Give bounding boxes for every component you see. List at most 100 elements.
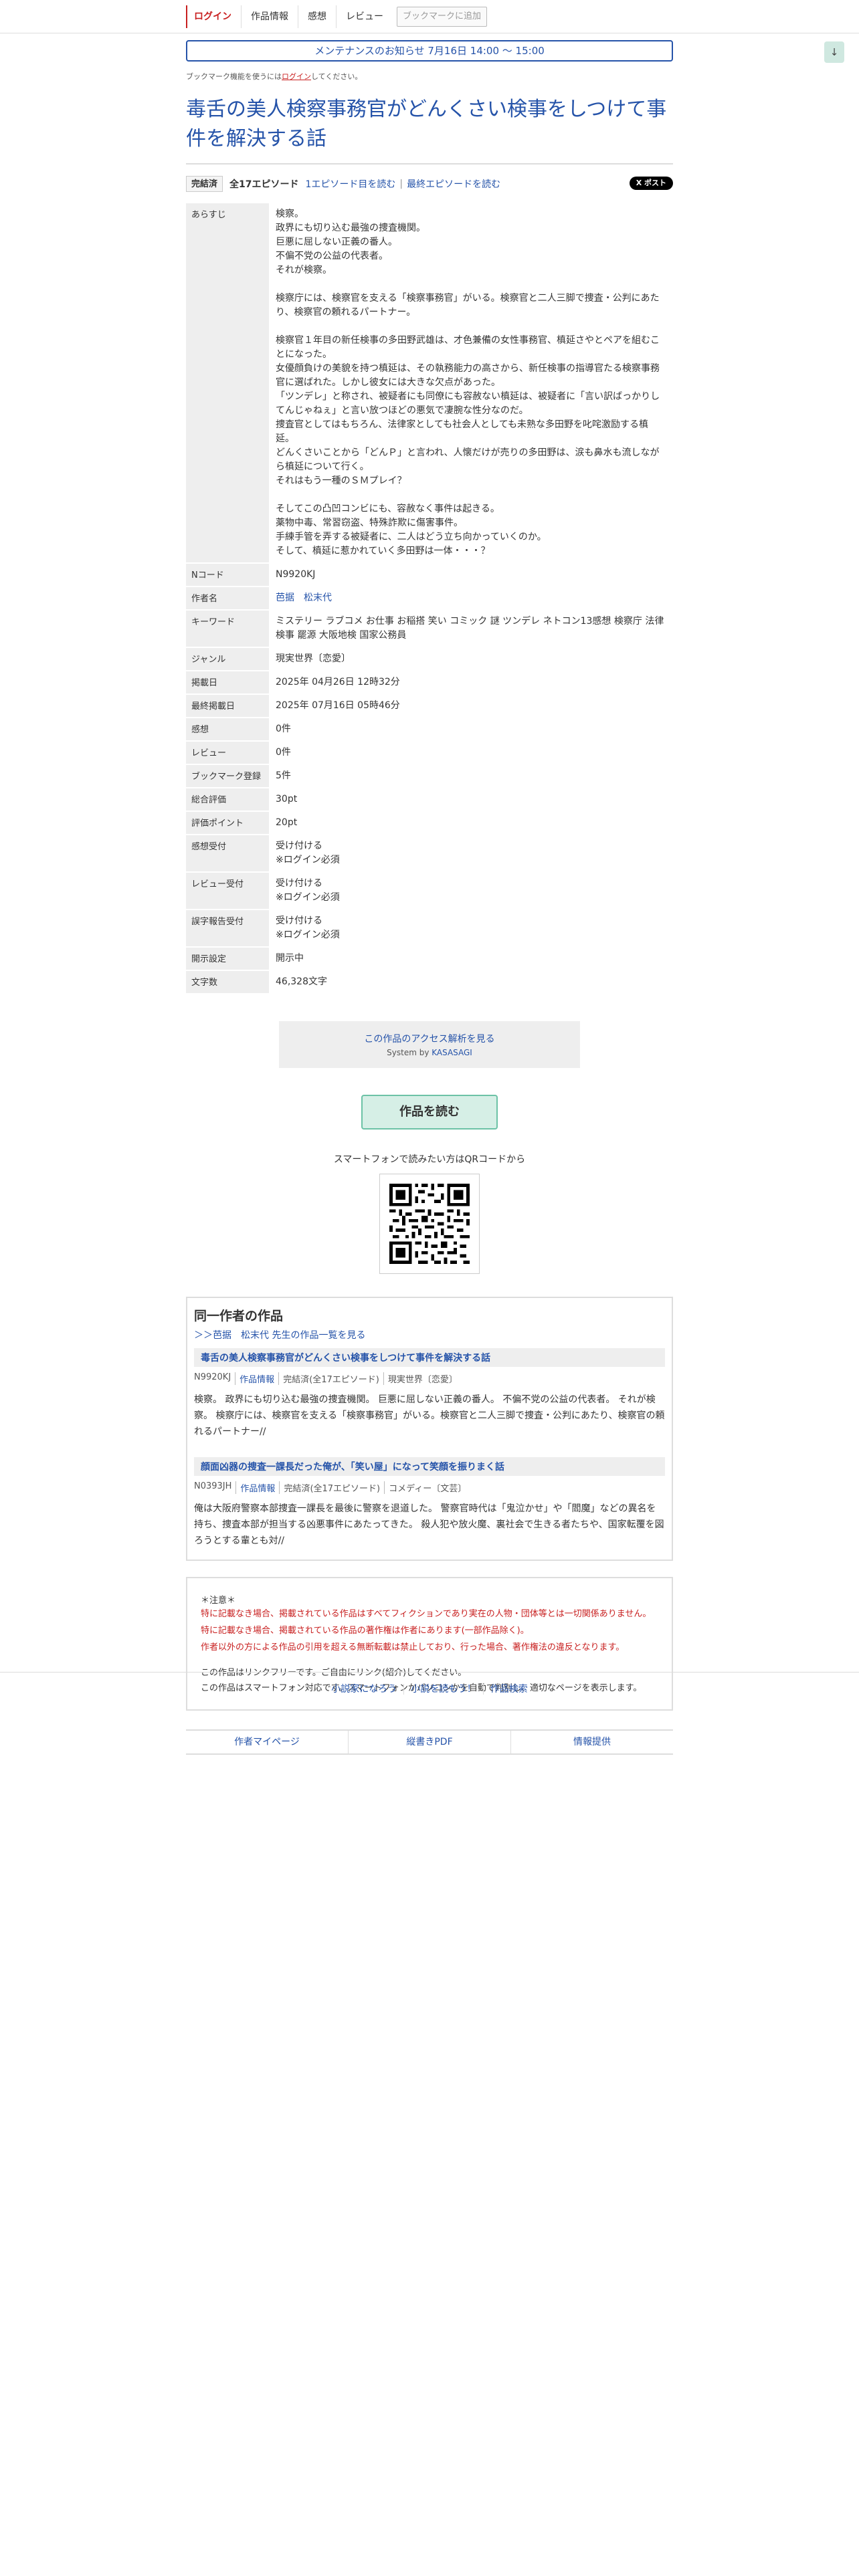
vertical-pdf-link[interactable]: 縦書きPDF	[348, 1731, 510, 1753]
genre-label: ジャンル	[186, 648, 269, 670]
nav-login[interactable]: ログイン	[186, 5, 241, 28]
accept-impressions-label: 感想受付	[186, 835, 269, 871]
qr-caption: スマートフォンで読みたい方はQRコードから	[333, 1154, 526, 1165]
footer: 小説家になろう 小説を読もう！ 作品検索	[0, 1672, 859, 1695]
author-works-list-link[interactable]: ＞＞芭据 松末代 先生の作品一覧を見る	[194, 1330, 365, 1341]
work-meta: N9920KJ 作品情報 完結済(全17エピソード) 現実世界〔恋愛〕	[194, 1372, 665, 1385]
work-summary: 検察。 政界にも切り込む最強の捜査機関。 巨悪に屈しない正義の番人。 不偏不党の…	[194, 1394, 665, 1437]
kasasagi-link[interactable]: KASASAGI	[432, 1048, 472, 1057]
synopsis-paragraph: 検察庁には、検察官を支える「検察事務官」がいる。検察官と二人三脚で捜査・公判にあ…	[276, 293, 660, 318]
nav-work-info[interactable]: 作品情報	[241, 5, 298, 28]
chars-value: 46,328文字	[276, 976, 327, 987]
info-row-total: 総合評価 30pt	[186, 788, 673, 811]
status-badge: 完結済	[186, 176, 223, 192]
footer-read-link[interactable]: 小説を読もう！	[403, 1684, 483, 1695]
bottom-links: 作者マイページ 縦書きPDF 情報提供	[186, 1729, 673, 1755]
footer-search-link[interactable]: 作品検索	[482, 1684, 535, 1695]
synopsis-label: あらすじ	[186, 203, 269, 562]
total-label: 総合評価	[186, 788, 269, 811]
work-info-link[interactable]: 作品情報	[240, 1484, 275, 1494]
work-genre: 現実世界〔恋愛〕	[383, 1372, 462, 1385]
rating-label: 評価ポイント	[186, 812, 269, 834]
chars-label: 文字数	[186, 971, 269, 993]
work-ncode: N9920KJ	[194, 1372, 231, 1382]
impressions-value: 0件	[276, 724, 291, 734]
accept-typo-label: 誤字報告受付	[186, 910, 269, 946]
info-row-accept-typo: 誤字報告受付 受け付ける ※ログイン必須	[186, 910, 673, 946]
system-by-label: System by	[387, 1048, 432, 1057]
reviews-value: 0件	[276, 747, 291, 758]
synopsis-paragraph: 検察。 政界にも切り込む最強の捜査機関。 巨悪に屈しない正義の番人。 不偏不党の…	[276, 209, 425, 276]
info-row-chars: 文字数 46,328文字	[186, 971, 673, 993]
keywords: ミステリー ラブコメ お仕事 お稲搭 笑い コミック 謎 ツンデレ ネトコン13…	[276, 616, 664, 641]
caution-line: 特に記載なき場合、掲載されている作品の著作権は作者にあります(一部作品除く)。	[201, 1626, 529, 1636]
open-label: 開示設定	[186, 948, 269, 970]
work-summary: 俺は大阪府警察本部捜査一課長を最後に警察を退道した。 警察官時代は「鬼泣かせ」や…	[194, 1503, 664, 1546]
author-mypage-link[interactable]: 作者マイページ	[186, 1731, 348, 1753]
title-divider	[186, 163, 673, 165]
access-analysis-link[interactable]: この作品のアクセス解析を見る	[364, 1034, 494, 1045]
total-value: 30pt	[276, 794, 298, 804]
x-post-button[interactable]: X ポスト	[629, 177, 673, 190]
author-label: 作者名	[186, 587, 269, 609]
info-row-rating: 評価ポイント 20pt	[186, 812, 673, 834]
same-author-heading: 同一作者の作品	[194, 1309, 284, 1323]
synopsis: 検察。 政界にも切り込む最強の捜査機関。 巨悪に屈しない正義の番人。 不偏不党の…	[269, 203, 673, 562]
footer-site-link[interactable]: 小説家になろう	[324, 1684, 403, 1695]
work-ncode: N0393JH	[194, 1481, 232, 1491]
work-info-link[interactable]: 作品情報	[240, 1375, 274, 1385]
work-info-table: あらすじ 検察。 政界にも切り込む最強の捜査機関。 巨悪に屈しない正義の番人。 …	[186, 202, 673, 994]
reviews-label: レビュー	[186, 742, 269, 764]
info-row-synopsis: あらすじ 検察。 政界にも切り込む最強の捜査機関。 巨悪に屈しない正義の番人。 …	[186, 203, 673, 562]
open-value: 開示中	[276, 953, 304, 964]
info-row-updated: 最終掲載日 2025年 07月16日 05時46分	[186, 695, 673, 717]
genre-value: 現実世界〔恋愛〕	[276, 653, 351, 664]
access-analysis-box: この作品のアクセス解析を見る System by KASASAGI	[279, 1021, 580, 1068]
info-row-published: 掲載日 2025年 04月26日 12時32分	[186, 671, 673, 693]
nav-review[interactable]: レビュー	[336, 5, 393, 28]
bookmarks-label: ブックマーク登録	[186, 765, 269, 787]
episode-row: 完結済 全17エピソード 1エピソード目を読む | 最終エピソードを読む X ポ…	[186, 175, 673, 193]
info-row-accept-reviews: レビュー受付 受け付ける ※ログイン必須	[186, 873, 673, 909]
work-title-link[interactable]: 毒舌の美人検察事務官がどんくさい検事をしつけて事件を解決する話	[201, 1353, 490, 1364]
accept-typo-value: 受け付ける ※ログイン必須	[276, 916, 340, 940]
bookmark-help-prefix: ブックマーク機能を使うには	[186, 72, 282, 81]
nav-impressions[interactable]: 感想	[298, 5, 336, 28]
report-link[interactable]: 情報提供	[510, 1731, 673, 1753]
updated-value: 2025年 07月16日 05時46分	[276, 700, 400, 711]
bookmark-help: ブックマーク機能を使うにはログインしてください。	[186, 71, 673, 82]
list-item: 毒舌の美人検察事務官がどんくさい検事をしつけて事件を解決する話 N9920KJ …	[194, 1348, 665, 1440]
list-item: 顔面凶器の捜査一課長だった俺が、「笑い屋」になって笑顔を振りまく話 N0393J…	[194, 1457, 665, 1549]
bookmarks-value: 5件	[276, 770, 291, 781]
accept-reviews-label: レビュー受付	[186, 873, 269, 909]
published-label: 掲載日	[186, 671, 269, 693]
bookmark-help-suffix: してください。	[311, 72, 363, 81]
info-row-bookmarks: ブックマーク登録 5件	[186, 765, 673, 787]
info-row-reviews: レビュー 0件	[186, 742, 673, 764]
maintenance-notice[interactable]: メンテナンスのお知らせ 7月16日 14:00 ～ 15:00	[186, 40, 673, 62]
read-first-episode-link[interactable]: 1エピソード目を読む	[306, 177, 396, 191]
work-meta: N0393JH 作品情報 完結済(全17エピソード) コメディー〔文芸〕	[194, 1481, 665, 1494]
info-row-genre: ジャンル 現実世界〔恋愛〕	[186, 648, 673, 670]
ncode-value: N9920KJ	[276, 569, 316, 580]
published-value: 2025年 04月26日 12時32分	[276, 677, 400, 687]
work-title-link[interactable]: 顔面凶器の捜査一課長だった俺が、「笑い屋」になって笑顔を振りまく話	[201, 1462, 504, 1473]
caution-heading: ＊注意＊	[201, 1596, 236, 1606]
bookmark-add-button[interactable]: ブックマークに追加	[397, 7, 488, 27]
read-work-button[interactable]: 作品を読む	[361, 1095, 498, 1130]
work-status: 完結済(全17エピソード)	[278, 1372, 383, 1385]
accept-reviews-value: 受け付ける ※ログイン必須	[276, 878, 340, 903]
page-title: 毒舌の美人検察事務官がどんくさい検事をしつけて事件を解決する話	[186, 98, 667, 150]
read-latest-episode-link[interactable]: 最終エピソードを読む	[407, 177, 500, 191]
work-status: 完結済(全17エピソード)	[279, 1481, 384, 1494]
main-content: メンテナンスのお知らせ 7月16日 14:00 ～ 15:00 ブックマーク機能…	[186, 40, 673, 1755]
bookmark-help-login-link[interactable]: ログイン	[282, 72, 311, 81]
info-row-open: 開示設定 開示中	[186, 948, 673, 970]
info-row-keywords: キーワード ミステリー ラブコメ お仕事 お稲搭 笑い コミック 謎 ツンデレ …	[186, 611, 673, 647]
synopsis-paragraph: そしてこの凸凹コンビにも、容赦なく事件は起きる。 薬物中毒、常習窃盗、特殊詐欺に…	[276, 504, 547, 556]
author-link[interactable]: 芭据 松末代	[276, 593, 332, 603]
accept-impressions-value: 受け付ける ※ログイン必須	[276, 841, 340, 865]
scroll-down-button[interactable]: ↓	[824, 41, 844, 63]
top-nav-items: ログイン 作品情報 感想 レビュー ブックマークに追加	[186, 5, 488, 28]
info-row-author: 作者名 芭据 松末代	[186, 587, 673, 609]
